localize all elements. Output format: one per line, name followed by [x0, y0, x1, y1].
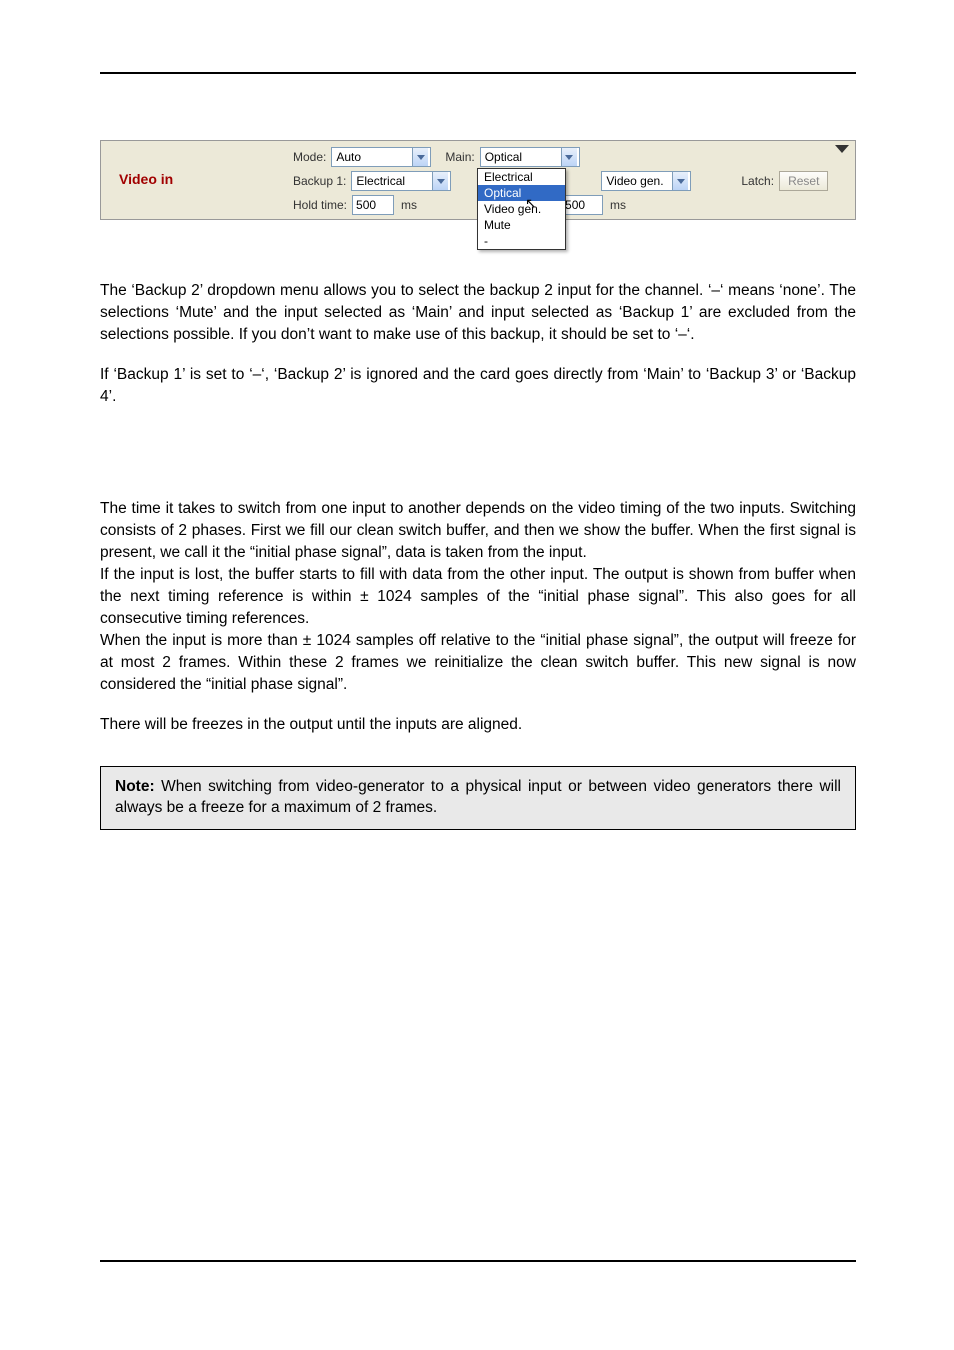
mode-dropdown[interactable]: Auto: [331, 147, 431, 167]
latch-label: Latch:: [741, 174, 774, 188]
chevron-down-icon[interactable]: [432, 172, 448, 190]
holdtime-input[interactable]: [352, 195, 394, 215]
holdtime2-input[interactable]: [561, 195, 603, 215]
chevron-down-icon[interactable]: [835, 145, 849, 153]
dropdown-option-selected[interactable]: Optical: [478, 185, 565, 201]
dropdown-option[interactable]: Mute: [478, 217, 565, 233]
video-in-panel: Video in Mode: Auto Main: Optical Backup…: [100, 140, 856, 220]
row-holdtime: Hold time: ms ms: [293, 195, 628, 215]
paragraph: The time it takes to switch from one inp…: [100, 498, 856, 564]
backup1-dropdown-value: Electrical: [352, 174, 432, 188]
paragraph: If the input is lost, the buffer starts …: [100, 564, 856, 630]
paragraph: There will be freezes in the output unti…: [100, 714, 856, 736]
dropdown-option[interactable]: Electrical: [478, 169, 565, 185]
dropdown-option[interactable]: -: [478, 233, 565, 249]
backup2-dropdown-open[interactable]: Electrical Optical Video gen. Mute -: [477, 168, 566, 250]
main-dropdown-value: Optical: [481, 150, 561, 164]
backup2-secondary-value: Video gen.: [602, 174, 672, 188]
note-text: When switching from video-generator to a…: [115, 778, 841, 816]
mode-label: Mode:: [293, 150, 326, 164]
paragraph: If ‘Backup 1’ is set to ‘–‘, ‘Backup 2’ …: [100, 364, 856, 408]
main-dropdown[interactable]: Optical: [480, 147, 580, 167]
chevron-down-icon[interactable]: [672, 172, 688, 190]
header-rule: [100, 72, 856, 74]
note-box: Note: When switching from video-generato…: [100, 766, 856, 830]
backup1-label: Backup 1:: [293, 174, 346, 188]
dropdown-option[interactable]: Video gen.: [478, 201, 565, 217]
paragraph: The ‘Backup 2’ dropdown menu allows you …: [100, 280, 856, 346]
paragraph: When the input is more than ± 1024 sampl…: [100, 630, 856, 696]
ms-label-2: ms: [608, 198, 628, 212]
backup1-dropdown[interactable]: Electrical: [351, 171, 451, 191]
main-label: Main:: [445, 150, 474, 164]
chevron-down-icon[interactable]: [561, 148, 577, 166]
row-mode-main: Mode: Auto Main: Optical: [293, 147, 580, 167]
body-text: The ‘Backup 2’ dropdown menu allows you …: [100, 280, 856, 830]
content-area: Video in Mode: Auto Main: Optical Backup…: [100, 140, 856, 830]
ms-label: ms: [399, 198, 419, 212]
backup2-secondary-dropdown[interactable]: Video gen.: [601, 171, 691, 191]
reset-button[interactable]: Reset: [779, 171, 828, 191]
section-label-video-in: Video in: [119, 171, 173, 187]
holdtime-label: Hold time:: [293, 198, 347, 212]
note-label: Note:: [115, 778, 155, 795]
mode-dropdown-value: Auto: [332, 150, 412, 164]
footer-rule: [100, 1260, 856, 1262]
chevron-down-icon[interactable]: [412, 148, 428, 166]
